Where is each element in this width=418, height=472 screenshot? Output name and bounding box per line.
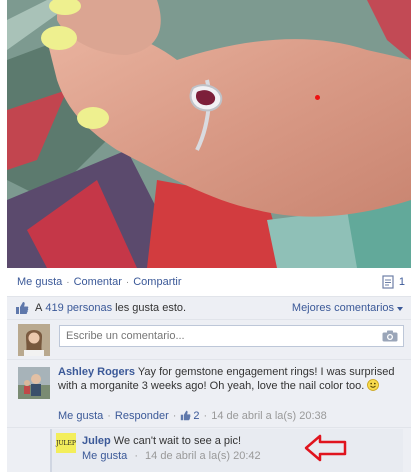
comment-input[interactable]: Escribe un comentario... xyxy=(59,325,404,347)
separator-dot: · xyxy=(134,450,138,462)
comment-like-count[interactable]: 2 xyxy=(180,410,200,422)
write-comment-row: Escribe un comentario... xyxy=(7,320,411,360)
camera-icon[interactable] xyxy=(382,330,398,342)
ring-photo-image xyxy=(7,0,411,268)
comment-reply-link[interactable]: Responder xyxy=(115,410,169,422)
reply-item: JULEP Julep We can't wait to see a pic! … xyxy=(50,429,403,472)
share-link[interactable]: Compartir xyxy=(133,276,181,288)
reply-meta: Me gusta · 14 de abril a la(s) 20:42 xyxy=(82,450,261,462)
smiley-emoticon-icon xyxy=(367,379,380,391)
comment-sort-label: Mejores comentarios xyxy=(291,302,394,314)
comment-sort-dropdown[interactable]: Mejores comentarios xyxy=(292,302,403,314)
likes-summary: A 419 personas les gusta esto. Mejores c… xyxy=(7,296,411,320)
reply-avatar-text: JULEP xyxy=(56,439,76,447)
reply-timestamp[interactable]: 14 de abril a la(s) 20:42 xyxy=(145,450,261,462)
separator-dot: · xyxy=(203,410,208,422)
comment-like-link[interactable]: Me gusta xyxy=(58,410,103,422)
like-link[interactable]: Me gusta xyxy=(17,276,62,288)
comment-input-placeholder: Escribe un comentario... xyxy=(66,330,185,342)
share-count-value: 1 xyxy=(398,276,405,288)
reply-author-avatar[interactable]: JULEP xyxy=(56,433,76,453)
share-count[interactable]: 1 xyxy=(382,275,405,289)
separator-dot: · xyxy=(125,276,130,288)
thumbs-up-icon xyxy=(181,410,191,421)
reply-text: We can't wait to see a pic! xyxy=(113,435,242,447)
separator-dot: · xyxy=(66,276,70,288)
likes-prefix: A xyxy=(35,301,43,314)
post-photo[interactable] xyxy=(7,0,411,268)
comment-body: Ashley Rogers Yay for gemstone engagemen… xyxy=(58,365,404,393)
reply-author-link[interactable]: Julep xyxy=(82,435,111,447)
comment-item: Ashley Rogers Yay for gemstone engagemen… xyxy=(7,360,411,428)
red-dot-marker xyxy=(315,95,320,100)
comment-link[interactable]: Comentar xyxy=(74,276,122,288)
chevron-down-icon xyxy=(397,306,403,311)
comment-meta: Me gusta · Responder · 2 · 14 de abril a… xyxy=(58,410,327,422)
comment-author-link[interactable]: Ashley Rogers xyxy=(58,366,135,378)
left-arrow-annotation-icon xyxy=(304,434,347,462)
commenter-avatar[interactable] xyxy=(18,367,50,399)
likes-count-link[interactable]: 419 personas xyxy=(45,302,112,314)
separator-dot: · xyxy=(107,410,111,422)
post-action-bar: Me gusta · Comentar · Compartir 1 xyxy=(7,270,411,294)
shares-document-icon xyxy=(382,275,394,289)
likes-suffix: les gusta esto. xyxy=(115,301,187,314)
facebook-post: Me gusta · Comentar · Compartir 1 A 419 … xyxy=(0,0,418,472)
comment-timestamp[interactable]: 14 de abril a la(s) 20:38 xyxy=(211,410,327,422)
separator-dot: · xyxy=(172,410,177,422)
thumbs-up-icon xyxy=(16,301,29,314)
reply-like-link[interactable]: Me gusta xyxy=(82,450,127,462)
comment-like-count-value: 2 xyxy=(193,410,200,422)
current-user-avatar xyxy=(18,324,50,356)
reply-body: Julep We can't wait to see a pic! xyxy=(82,434,402,448)
